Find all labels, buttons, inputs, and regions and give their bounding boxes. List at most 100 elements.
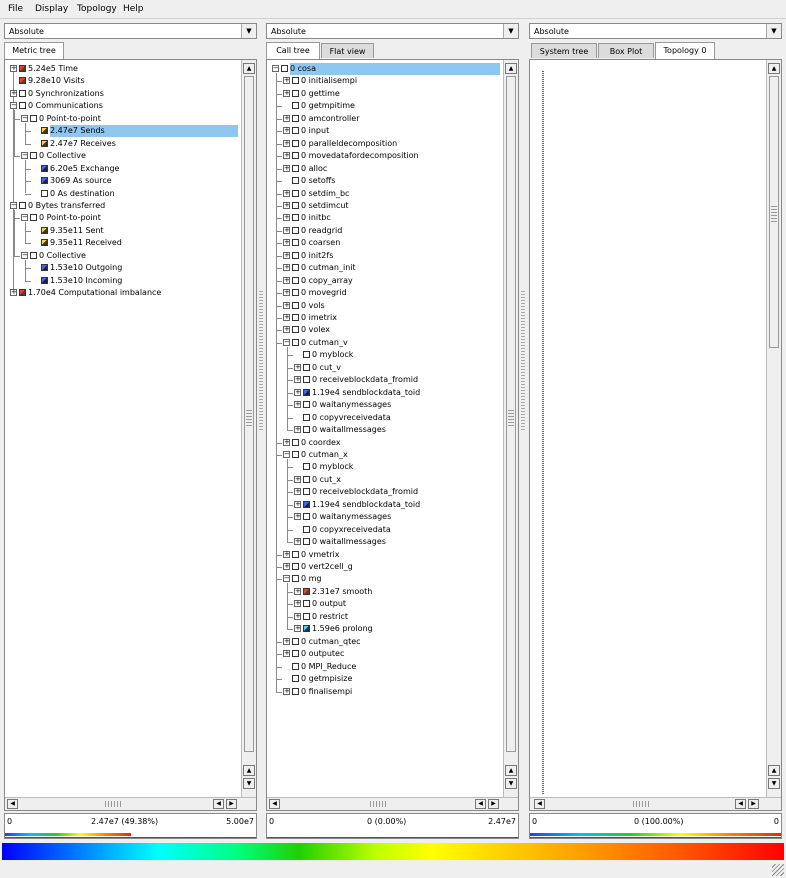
metric-tree-hscroll[interactable]: ◀ ◀ ▶ [5,797,256,810]
expand-icon[interactable]: + [283,114,290,122]
tree-row[interactable]: 0 Bytes transferred [28,200,105,212]
node-checkbox[interactable] [303,475,310,483]
node-checkbox[interactable] [303,625,310,633]
node-checkbox[interactable] [303,488,310,496]
call-tree-hscroll[interactable]: ◀ ◀ ▶ [267,797,518,810]
expand-icon[interactable]: + [294,625,301,633]
tree-row[interactable]: 0 imetrix [301,312,337,324]
tree-row[interactable]: 0 receiveblockdata_fromid [312,374,418,386]
tree-row[interactable]: 0 receiveblockdata_fromid [312,486,418,498]
tree-row[interactable]: 0 movedatafordecomposition [301,150,419,162]
metric-tree-vscroll[interactable]: ▲ ▲ ▼ [241,60,256,797]
node-checkbox[interactable] [303,426,310,434]
collapse-icon[interactable]: − [10,102,17,110]
node-checkbox[interactable] [292,201,299,209]
tree-row[interactable]: 0 copy_array [301,275,353,287]
expand-icon[interactable]: + [283,226,290,234]
expand-icon[interactable]: + [10,65,17,72]
node-checkbox[interactable] [41,139,48,147]
collapse-icon[interactable]: − [21,251,28,259]
tree-row[interactable]: 0 amcontroller [301,113,360,125]
tree-row[interactable]: 0 vmetrix [301,549,339,561]
scroll-down-icon[interactable]: ▼ [243,778,255,789]
collapse-icon[interactable]: − [283,575,290,583]
menu-topology[interactable]: Topology [77,4,117,14]
node-checkbox[interactable] [292,214,299,222]
node-checkbox[interactable] [292,226,299,234]
node-checkbox[interactable] [292,314,299,321]
scroll-down-icon[interactable]: ▼ [505,778,517,789]
expand-icon[interactable]: + [283,152,290,160]
node-checkbox[interactable] [292,251,299,259]
tree-row[interactable]: 0 restrict [312,611,348,623]
tab-metric-tree[interactable]: Metric tree [4,42,64,59]
tree-row[interactable]: 0 getmpisize [301,673,352,685]
tree-row[interactable]: 0 waitanymessages [312,399,391,411]
node-checkbox[interactable] [292,326,299,334]
collapse-icon[interactable]: − [283,338,290,346]
scroll-left-icon[interactable]: ◀ [269,799,280,809]
expand-icon[interactable]: + [283,77,290,85]
node-checkbox[interactable] [292,239,299,247]
scroll-down-icon[interactable]: ▼ [768,778,780,789]
tree-row[interactable]: 2.47e7 Sends [50,125,238,138]
tree-row[interactable]: 0 myblock [312,349,353,361]
expand-icon[interactable]: + [294,538,301,546]
collapse-icon[interactable]: − [21,152,28,160]
scroll-right-icon[interactable]: ▶ [748,799,759,809]
expand-icon[interactable]: + [283,301,290,309]
system-value-mode-select[interactable]: Absolute ▼ [529,23,782,39]
expand-icon[interactable]: + [294,426,301,434]
expand-icon[interactable]: + [283,637,290,645]
collapse-icon[interactable]: − [21,114,28,122]
tree-row[interactable]: 1.53e10 Incoming [50,275,122,287]
expand-icon[interactable]: + [294,500,301,508]
node-checkbox[interactable] [292,338,299,346]
tree-row[interactable]: 0 gettime [301,88,340,100]
node-checkbox[interactable] [41,127,48,135]
node-checkbox[interactable] [292,264,299,272]
node-checkbox[interactable] [30,251,37,259]
node-checkbox[interactable] [19,65,26,72]
expand-icon[interactable]: + [283,127,290,135]
expand-icon[interactable]: + [294,587,301,595]
node-checkbox[interactable] [41,177,48,185]
node-checkbox[interactable] [19,289,26,297]
node-checkbox[interactable] [292,301,299,309]
node-checkbox[interactable] [303,388,310,396]
tree-row[interactable]: 0 initbc [301,212,331,224]
expand-icon[interactable]: + [10,289,17,297]
node-checkbox[interactable] [41,239,48,247]
scroll-left-icon[interactable]: ◀ [7,799,18,809]
expand-icon[interactable]: + [283,251,290,259]
tree-row[interactable]: 0 paralleldecomposition [301,138,397,150]
node-checkbox[interactable] [292,152,299,160]
metric-value-mode-select[interactable]: Absolute ▼ [4,23,257,39]
expand-icon[interactable]: + [294,513,301,521]
tab-topology-0[interactable]: Topology 0 [655,42,715,59]
tree-row[interactable]: 0 setdimcut [301,200,349,212]
tree-row[interactable]: 1.53e10 Outgoing [50,262,122,274]
node-checkbox[interactable] [292,289,299,297]
tree-row[interactable]: 0 cutman_init [301,262,356,274]
node-checkbox[interactable] [303,525,310,533]
tree-row[interactable]: 0 waitanymessages [312,511,391,523]
expand-icon[interactable]: + [283,239,290,247]
node-checkbox[interactable] [30,152,37,160]
expand-icon[interactable]: + [283,201,290,209]
node-checkbox[interactable] [292,164,299,172]
tree-row[interactable]: 0 getmpitime [301,100,355,112]
expand-icon[interactable]: + [283,89,290,97]
tree-row[interactable]: 1.70e4 Computational imbalance [28,287,161,299]
node-checkbox[interactable] [41,226,48,234]
tab-box-plot[interactable]: Box Plot [598,43,654,58]
node-checkbox[interactable] [292,637,299,645]
tree-row[interactable]: 0 vert2cell_g [301,561,353,573]
tree-row[interactable]: 0 copyxreceivedata [312,524,391,536]
tree-row[interactable]: 0 coordex [301,437,341,449]
scroll-left-icon[interactable]: ◀ [735,799,746,809]
node-checkbox[interactable] [303,463,310,471]
menu-display[interactable]: Display [35,4,68,14]
node-checkbox[interactable] [292,550,299,558]
tree-row[interactable]: 0 setdim_bc [301,188,349,200]
